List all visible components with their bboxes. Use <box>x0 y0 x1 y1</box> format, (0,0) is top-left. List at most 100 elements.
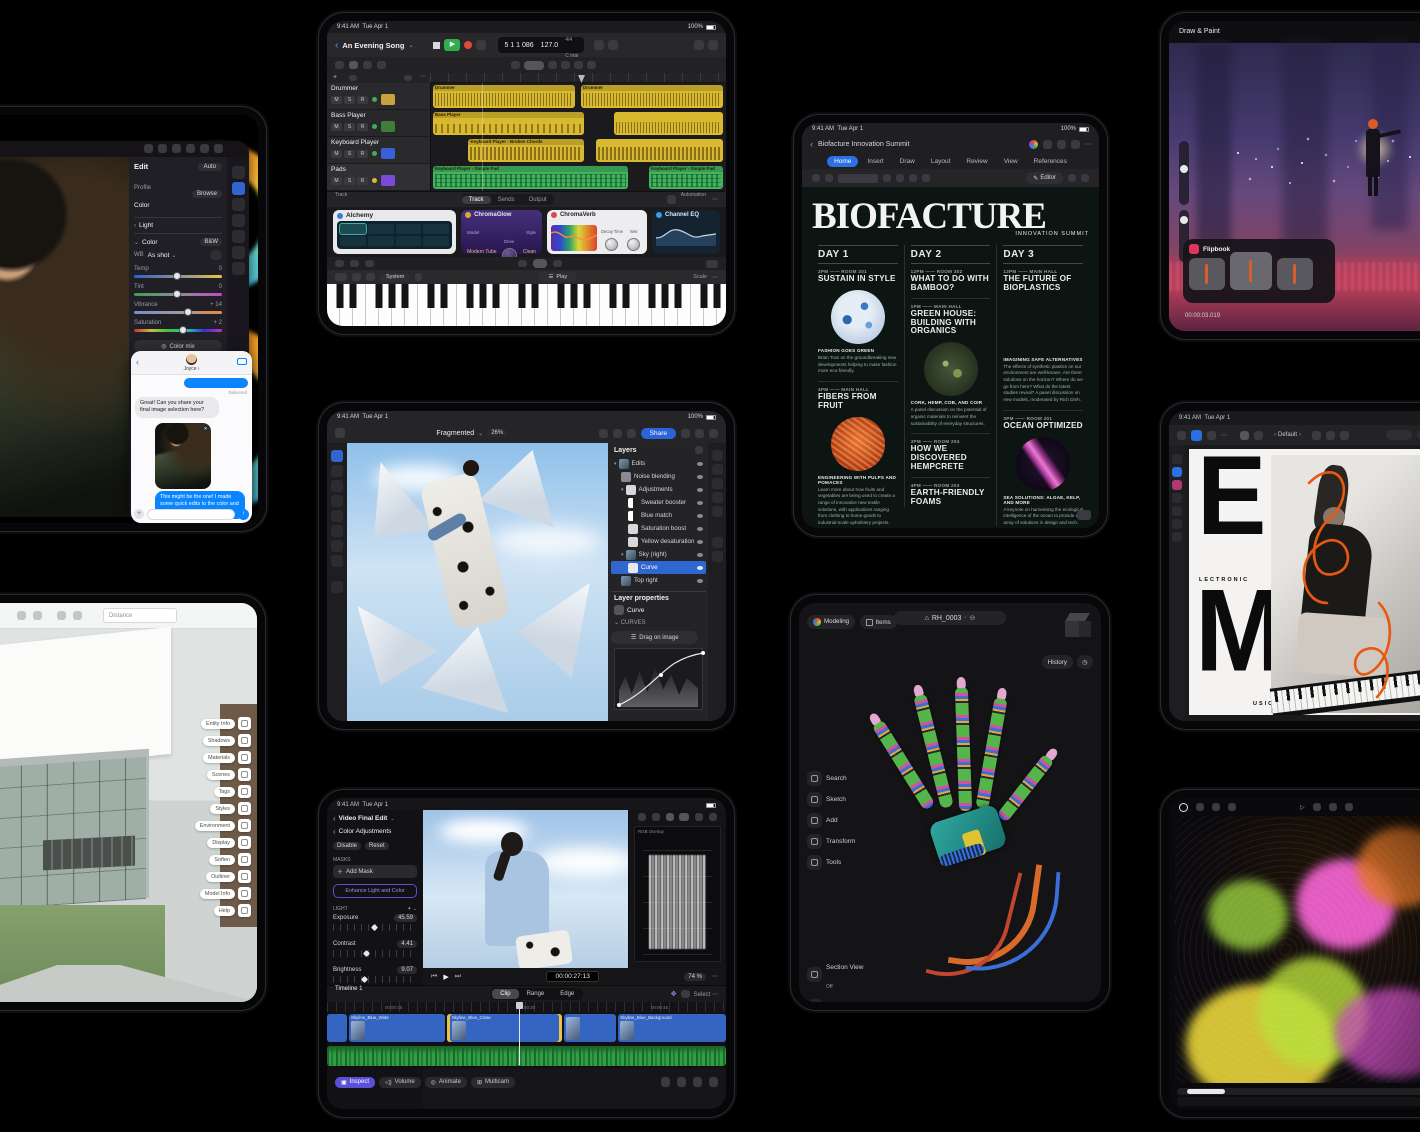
connect-icon[interactable]: ✥ <box>671 990 677 998</box>
ps-canvas[interactable] <box>347 443 610 721</box>
slider-thumb[interactable] <box>173 290 181 298</box>
region[interactable]: Keyboard Player - Broken Chords <box>468 139 583 162</box>
export-icon[interactable] <box>681 429 690 438</box>
stamp-tool-icon[interactable] <box>331 510 343 522</box>
edit-icon[interactable] <box>232 182 245 195</box>
masking-icon[interactable] <box>232 198 245 211</box>
document-page[interactable]: BIOFACTURE INNOVATION SUMMIT DAY 1 2PM —… <box>802 187 1099 528</box>
dismiss-keyboard-icon[interactable] <box>1077 510 1091 520</box>
smart-controls-icon[interactable] <box>533 259 547 268</box>
hand-tool-icon[interactable] <box>1254 431 1263 440</box>
tool-button[interactable]: Tools <box>807 855 855 870</box>
chromaverb-decay[interactable]: Decay Time <box>601 220 623 256</box>
stop-button[interactable] <box>433 42 440 49</box>
blend-icon[interactable] <box>695 446 703 454</box>
animation-canvas[interactable]: Flipbook 00:00:03.019 <box>1169 43 1420 331</box>
redo-icon[interactable] <box>613 429 622 438</box>
more-icon[interactable]: ⋯ <box>1221 432 1227 439</box>
eyedropper-icon[interactable] <box>210 250 222 260</box>
eraser-tool-icon[interactable] <box>331 495 343 507</box>
add-attachment-button[interactable]: + <box>134 509 144 519</box>
doc-title[interactable]: Biofacture Innovation Summit <box>818 141 909 148</box>
frame-thumbnail[interactable] <box>1189 258 1225 290</box>
export-icon[interactable] <box>17 611 26 620</box>
panel-button[interactable]: Styles <box>131 802 251 815</box>
undo-icon[interactable] <box>599 429 608 438</box>
ribbon-tab[interactable]: Draw <box>893 156 922 167</box>
settings-icon[interactable] <box>708 40 718 50</box>
slider-track[interactable] <box>333 924 417 931</box>
cursor-tool-icon[interactable] <box>1240 431 1249 440</box>
pen-tool-icon[interactable] <box>1172 493 1182 503</box>
tool-button[interactable]: Sketch <box>807 792 855 807</box>
octave-down-icon[interactable] <box>352 273 361 281</box>
render-canvas[interactable] <box>1175 816 1420 1083</box>
insert-icon[interactable] <box>693 1077 702 1087</box>
metronome-icon[interactable] <box>608 40 618 50</box>
panel-button[interactable]: Tags <box>131 785 251 798</box>
find-icon[interactable] <box>1081 174 1089 182</box>
color-chip[interactable] <box>331 581 343 593</box>
menu-icon[interactable] <box>1207 431 1216 440</box>
volume-button[interactable]: ◁) Volume <box>379 1077 421 1088</box>
text-tool-icon[interactable] <box>331 525 343 537</box>
slider-thumb[interactable] <box>184 308 192 316</box>
project-title[interactable]: Video Final Edit <box>339 815 388 822</box>
panel-button[interactable]: Materials <box>131 751 251 764</box>
lasso-tool-icon[interactable] <box>331 465 343 477</box>
heal-icon[interactable] <box>232 214 245 227</box>
editor-button[interactable]: ✎ Editor <box>1026 172 1063 184</box>
undo-icon[interactable] <box>812 174 820 182</box>
msr-button[interactable]: M <box>331 96 342 104</box>
adjustment-slider[interactable]: Exposure 45.59 <box>333 914 417 931</box>
photo-canvas[interactable] <box>0 157 129 517</box>
automation-pencil-icon[interactable] <box>667 195 676 204</box>
shape-tool-icon[interactable] <box>1172 506 1182 516</box>
preset-cell[interactable] <box>340 236 366 246</box>
adjustment-slider[interactable]: Vibrance + 14 <box>134 302 222 314</box>
versions-icon[interactable] <box>232 262 245 275</box>
contact-name[interactable]: Joyce › <box>131 366 252 372</box>
scope-type-icon[interactable] <box>652 813 660 821</box>
preset-cell[interactable] <box>340 224 366 234</box>
cloud-icon[interactable] <box>200 144 209 153</box>
preset-selector[interactable]: Default <box>1278 432 1297 438</box>
track-options-icon[interactable] <box>349 75 357 81</box>
add-track-icon[interactable]: + <box>333 74 337 81</box>
trash-icon[interactable] <box>661 1077 670 1087</box>
catch-icon[interactable] <box>404 75 412 81</box>
cycle-icon[interactable] <box>476 40 486 50</box>
tab-sends[interactable]: Sends <box>491 196 522 204</box>
keyboard-icon[interactable] <box>335 273 347 281</box>
region[interactable]: Keyboard Player - Simple Pad <box>433 166 628 189</box>
layers-panel-icon[interactable] <box>712 450 723 461</box>
region[interactable]: Drummer <box>433 85 575 108</box>
lock-icon[interactable] <box>415 273 422 281</box>
glue-tool-icon[interactable] <box>574 61 583 69</box>
search-icon[interactable] <box>1057 140 1066 149</box>
mic-icon[interactable] <box>335 260 344 267</box>
project-title[interactable]: Draw & Paint <box>1179 28 1220 35</box>
tool-button[interactable]: Search <box>807 771 855 786</box>
panel-button[interactable]: Display <box>131 836 251 849</box>
adjustment-slider[interactable]: Tint 0 <box>134 284 222 296</box>
region[interactable] <box>614 112 724 135</box>
brush-tool-icon[interactable] <box>1172 480 1182 490</box>
animate-button[interactable]: ◎ Animate <box>425 1077 467 1088</box>
more-icon[interactable]: ⋯ <box>712 274 718 281</box>
settings-gear-icon[interactable] <box>57 611 66 620</box>
layer-row[interactable]: Top right <box>611 574 706 587</box>
adjustment-slider[interactable]: Contrast 4.41 <box>333 940 417 957</box>
redo-icon[interactable] <box>158 144 167 153</box>
brush-size-slider[interactable] <box>1179 141 1189 205</box>
crop-icon[interactable] <box>232 166 245 179</box>
playhead[interactable] <box>519 1002 520 1065</box>
send-button[interactable]: ↑ <box>238 509 249 520</box>
presets-icon[interactable] <box>232 230 245 243</box>
adjust-panel-icon[interactable] <box>712 464 723 475</box>
scissors-tool-icon[interactable] <box>561 61 570 69</box>
curves-graph[interactable] <box>614 648 703 710</box>
panel-button[interactable]: Outliner <box>131 870 251 883</box>
piano-black-keys[interactable] <box>327 284 726 308</box>
count-in-icon[interactable] <box>594 40 604 50</box>
